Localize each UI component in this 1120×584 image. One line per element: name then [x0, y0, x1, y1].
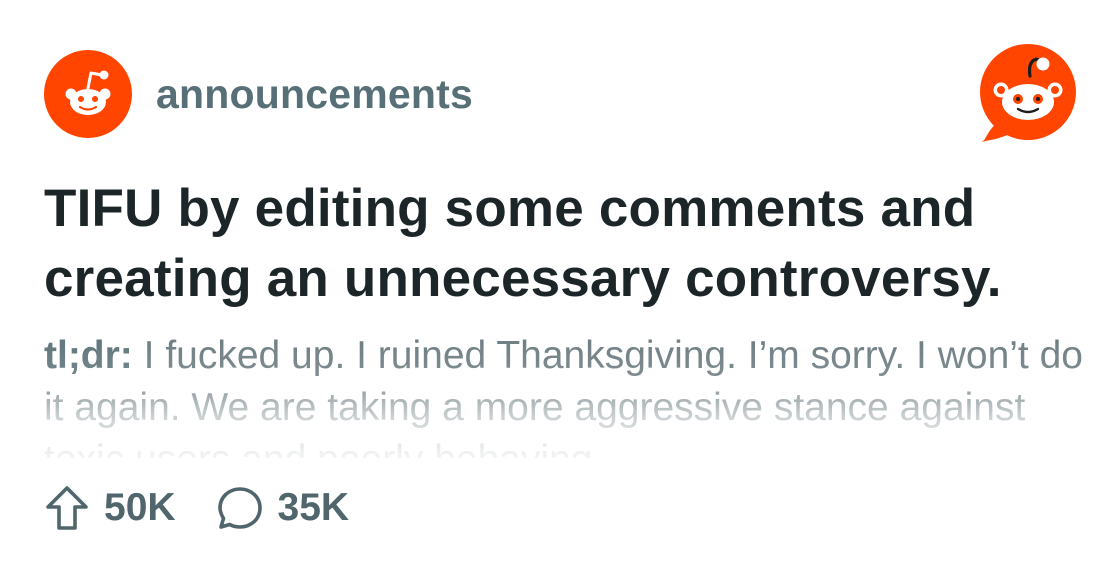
comments-button[interactable]: 35K: [216, 484, 350, 532]
post-stats: 50K 35K: [44, 484, 349, 532]
reddit-snoo-icon: [65, 70, 111, 115]
comment-bubble-icon: [217, 487, 262, 529]
comment-count: 35K: [277, 486, 350, 529]
subreddit-name[interactable]: announcements: [156, 71, 473, 118]
post-title[interactable]: TIFU by editing some comments and creati…: [44, 174, 1094, 314]
upvote-button[interactable]: 50K: [44, 484, 176, 532]
post-excerpt: tl;dr: I fucked up. I ruined Thanksgivin…: [44, 330, 1084, 458]
subreddit-avatar[interactable]: [44, 50, 132, 138]
reddit-logo-icon: [980, 44, 1076, 142]
excerpt-body: I fucked up. I ruined Thanksgiving. I’m …: [44, 334, 1083, 458]
post-header: announcements: [44, 50, 473, 138]
upvote-arrow-icon: [46, 486, 88, 530]
upvote-count: 50K: [104, 486, 176, 529]
excerpt-lead: tl;dr:: [44, 334, 133, 377]
post-card[interactable]: announcements TIFU by editing some comme…: [0, 0, 1120, 584]
